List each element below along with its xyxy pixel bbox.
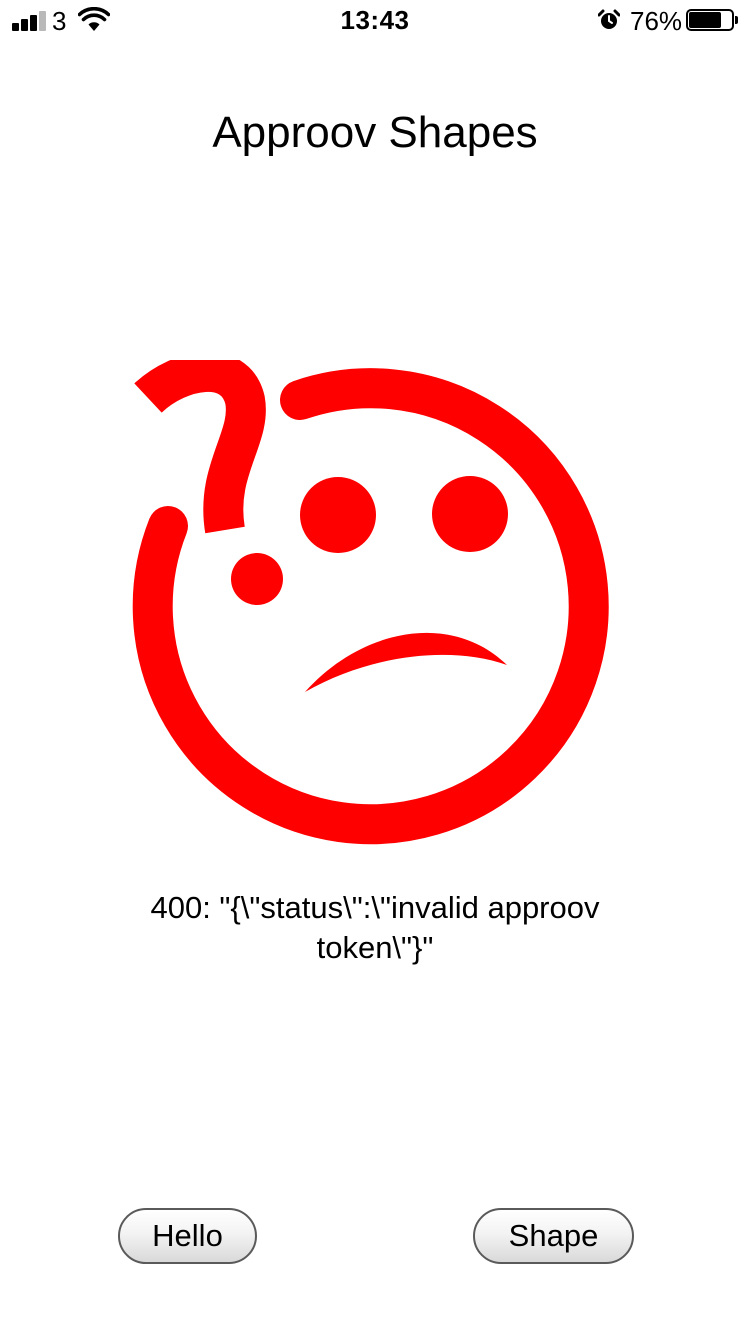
battery-percent: 76% (630, 6, 683, 36)
status-bar: 3 13:43 76% (0, 0, 750, 40)
alarm-icon (598, 9, 620, 29)
shape-button[interactable]: Shape (473, 1208, 634, 1264)
page-title: Approov Shapes (212, 108, 538, 157)
app-screen: 3 13:43 76% Approov Shapes 400: "{\"stat… (0, 0, 750, 1334)
confused-sad-face-icon (132, 360, 609, 845)
hello-button[interactable]: Hello (118, 1208, 257, 1264)
battery-icon (686, 9, 742, 31)
response-message: 400: "{\"status\":\"invalid approov toke… (150, 890, 600, 965)
